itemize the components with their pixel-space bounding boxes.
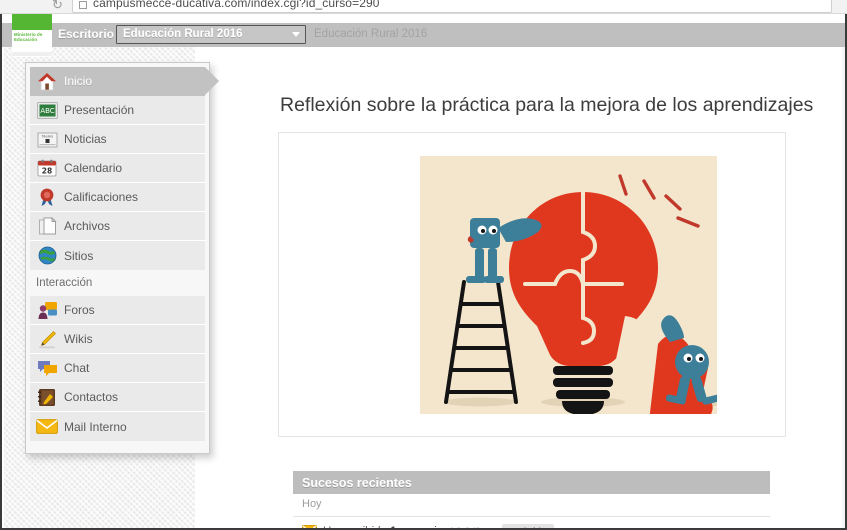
files-icon — [30, 212, 64, 241]
envelope-icon — [30, 412, 64, 441]
home-icon — [30, 67, 64, 96]
sidebar-item-label: Chat — [64, 361, 90, 375]
events-day-label: Hoy — [293, 498, 770, 517]
event-text-before: Has recibido — [323, 526, 390, 528]
recent-events-header: Sucesos recientes — [293, 471, 770, 494]
breadcrumb: Educación Rural 2016 — [314, 28, 428, 40]
sidebar-item-label: Calendario — [64, 161, 123, 175]
calendar-icon: 28 — [30, 154, 64, 183]
sidebar-item-label: Foros — [64, 303, 95, 317]
brand-logo[interactable]: Ministerio de Educación — [12, 14, 52, 57]
pencil-icon — [30, 325, 64, 354]
illustration — [420, 156, 723, 442]
sidebar-item-label: Contactos — [64, 390, 119, 404]
sidebar-item-label: Inicio — [64, 74, 93, 88]
sidebar-item-inicio[interactable]: Inicio — [30, 67, 219, 96]
newspaper-icon: News — [30, 125, 64, 154]
browser-chrome: ↻ campusmecce-ducativa.com/index.cgi?id_… — [0, 0, 847, 14]
abc-board-icon: ABC — [30, 96, 64, 125]
sidebar-item-chat[interactable]: Chat — [30, 354, 205, 383]
sidebar-item-wikis[interactable]: Wikis — [30, 325, 205, 354]
sidebar-item-label: Calificaciones — [64, 190, 139, 204]
sidebar-item-foros[interactable]: Foros — [30, 296, 205, 325]
chevron-down-icon — [292, 32, 300, 37]
vertical-scrollbar[interactable] — [842, 47, 845, 528]
sidebar-item-archivos[interactable]: Archivos — [30, 212, 205, 241]
svg-text:News: News — [41, 133, 52, 138]
event-time: 16:34hs — [449, 526, 488, 528]
page-title: Reflexión sobre la práctica para la mejo… — [280, 94, 814, 116]
course-select-value: Educación Rural 2016 — [123, 28, 243, 40]
page-info-icon[interactable] — [79, 1, 87, 9]
app-viewport: Escritorio Educación Rural 2016 Educació… — [0, 14, 847, 530]
sidebar-item-label: Presentación — [64, 103, 135, 117]
brand-logo-label: Ministerio de Educación — [14, 32, 43, 43]
sidebar-item-label: Noticias — [64, 132, 107, 146]
brand-logo-bar — [12, 14, 52, 30]
globe-icon — [30, 241, 64, 270]
address-bar-url: campusmecce-ducativa.com/index.cgi?id_cu… — [93, 0, 380, 10]
top-navigation-bar: Escritorio Educación Rural 2016 Educació… — [2, 23, 845, 47]
sidebar-item-mail-interno[interactable]: Mail Interno — [30, 412, 205, 441]
reload-icon[interactable]: ↻ — [52, 0, 63, 13]
address-book-icon — [30, 383, 64, 412]
sidebar-item-label: Mail Interno — [64, 419, 127, 434]
content-image-card — [278, 132, 786, 442]
sidebar-section-interaccion: Interacción — [30, 270, 205, 296]
event-text-after: mensaje — [397, 526, 443, 528]
sidebar-item-noticias[interactable]: News Noticias — [30, 125, 205, 154]
address-bar[interactable]: campusmecce-ducativa.com/index.cgi?id_cu… — [72, 0, 832, 13]
forum-people-icon — [30, 296, 64, 325]
sidebar-item-calificaciones[interactable]: Calificaciones — [30, 183, 205, 212]
course-select[interactable]: Educación Rural 2016 — [116, 25, 306, 44]
sidebar-item-calendario[interactable]: 28 Calendario — [30, 154, 205, 183]
sidebar-item-contactos[interactable]: Contactos — [30, 383, 205, 412]
sidebar-item-label: Archivos — [64, 219, 111, 233]
brand-logo-rule — [12, 52, 52, 56]
envelope-icon — [302, 523, 317, 528]
browser-screenshot: ↻ campusmecce-ducativa.com/index.cgi?id_… — [0, 0, 847, 530]
recent-events-title: Sucesos recientes — [302, 475, 412, 490]
event-text: Has recibido 1 mensaje — [323, 526, 443, 528]
svg-text:28: 28 — [42, 167, 52, 176]
sidebar-item-label: Sitios — [64, 248, 94, 263]
sidebar: Inicio ABC Presentación News Noticias 28… — [25, 62, 219, 454]
svg-text:ABC: ABC — [40, 107, 54, 115]
sidebar-section-label: Interacción — [36, 277, 93, 289]
list-item[interactable]: Has recibido 1 mensaje 16:34hs no leído — [293, 522, 770, 528]
sidebar-item-sitios[interactable]: Sitios — [30, 241, 205, 270]
status-badge[interactable]: no leído — [502, 524, 554, 528]
chat-bubbles-icon — [30, 354, 64, 383]
sidebar-item-label: Wikis — [64, 332, 93, 346]
desktop-link[interactable]: Escritorio — [58, 27, 114, 41]
rosette-icon — [30, 183, 64, 212]
sidebar-item-presentacion[interactable]: ABC Presentación — [30, 96, 205, 125]
